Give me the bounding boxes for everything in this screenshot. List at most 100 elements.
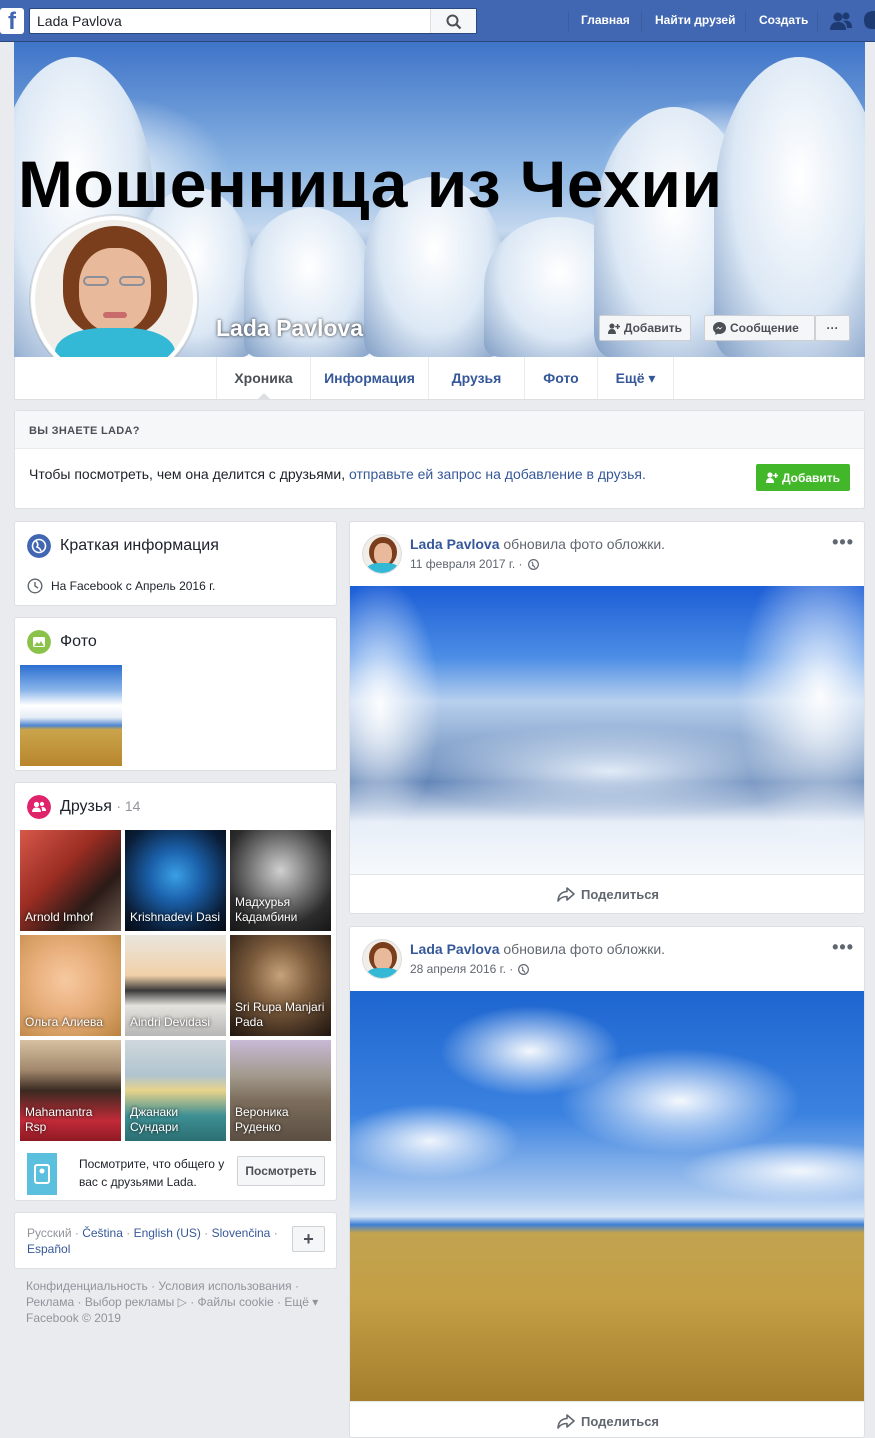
friend-tile[interactable]: Ольга Алиева (20, 935, 121, 1036)
privacy-link[interactable]: Конфиденциальность (26, 1279, 148, 1293)
nav-divider (745, 11, 746, 31)
friend-tile[interactable]: Mahamantra Rsp (20, 1040, 121, 1141)
intro-title: Краткая информация (60, 537, 219, 554)
friend-tile[interactable]: Джанаки Сундари (125, 1040, 226, 1141)
do-you-know-panel: ВЫ ЗНАЕТЕ LADA? Чтобы посмотреть, чем он… (14, 410, 865, 509)
languages-card: Русский · Čeština · English (US) · Slove… (14, 1212, 337, 1269)
add-friend-green-button[interactable]: Добавить (756, 464, 850, 491)
friend-name: Вероника Руденко (235, 1105, 289, 1134)
add-friend-button[interactable]: Добавить (599, 315, 691, 341)
more-languages-button[interactable]: + (292, 1226, 325, 1252)
footer: Конфиденциальность · Условия использован… (26, 1278, 326, 1326)
post-author-avatar[interactable] (362, 534, 402, 574)
nav-find-friends-link[interactable]: Найти друзей (655, 13, 735, 27)
post-date: 11 февраля 2017 г. · (410, 557, 539, 571)
clock-icon (27, 578, 43, 594)
public-globe-icon (527, 558, 539, 570)
cover-snow-tree (714, 57, 865, 357)
mutual-friends-text: Посмотрите, что общего у вас с друзьями … (79, 1157, 225, 1189)
photos-title: Фото (60, 633, 97, 650)
intro-card: Краткая информация На Facebook с Апрель … (14, 521, 337, 606)
language-link[interactable]: Español (27, 1242, 70, 1256)
message-label: Сообщение (730, 321, 799, 335)
more-dots-icon: ··· (826, 321, 839, 335)
friend-name: Ольга Алиева (25, 1015, 103, 1029)
add-friend-green-label: Добавить (781, 470, 841, 485)
public-globe-icon (518, 963, 530, 975)
post-date: 28 апреля 2016 г. · (410, 962, 530, 976)
tab-photos[interactable]: Фото (524, 357, 597, 399)
friend-tile[interactable]: Вероника Руденко (230, 1040, 331, 1141)
post-action-text: обновила фото обложки. (503, 536, 666, 552)
language-link[interactable]: Čeština (82, 1226, 123, 1240)
footer-line: Реклама · Выбор рекламы ▷ · Файлы cookie… (26, 1295, 319, 1309)
tab-more[interactable]: Ещё ▾ (597, 357, 674, 399)
messenger-icon (713, 321, 726, 335)
footer-more-link[interactable]: Ещё ▾ (284, 1295, 318, 1309)
copyright: Facebook © 2019 (26, 1311, 121, 1325)
top-navbar: f Главная Найти друзей Создать (0, 0, 875, 42)
post-date-text[interactable]: 28 апреля 2016 г. · (410, 962, 513, 976)
nav-divider (641, 11, 642, 31)
nav-home-link[interactable]: Главная (581, 13, 630, 27)
facebook-logo-icon[interactable]: f (0, 8, 24, 35)
post-cover-photo-field[interactable] (350, 991, 864, 1401)
terms-link[interactable]: Условия использования (158, 1279, 291, 1293)
add-friend-icon (765, 472, 778, 483)
friend-tile[interactable]: Sri Rupa Manjari Pada (230, 935, 331, 1036)
ad-choices-link[interactable]: Выбор рекламы (85, 1295, 174, 1309)
do-you-know-heading: ВЫ ЗНАЕТЕ LADA? (15, 411, 864, 449)
profile-name[interactable]: Lada Pavlova (216, 315, 363, 342)
language-link[interactable]: Slovenčina (212, 1226, 271, 1240)
search-input[interactable] (30, 9, 430, 33)
profile-photo (35, 220, 193, 378)
mutual-friends-icon (27, 1153, 57, 1195)
photo-thumbnail[interactable] (20, 665, 122, 766)
post-author-name[interactable]: Lada Pavlova (410, 941, 500, 957)
post-options-icon[interactable]: ••• (832, 532, 854, 553)
globe-icon (27, 534, 51, 558)
nav-create-link[interactable]: Создать (759, 13, 808, 27)
share-icon (557, 887, 575, 902)
post-options-icon[interactable]: ••• (832, 937, 854, 958)
language-separator: · (204, 1226, 209, 1240)
message-button[interactable]: Сообщение (704, 315, 815, 341)
tab-friends[interactable]: Друзья (428, 357, 524, 399)
footer-line: Конфиденциальность · Условия использован… (26, 1279, 299, 1293)
share-button[interactable]: Поделиться (350, 1401, 864, 1437)
cover-title-text: Мошенница из Чехии (18, 147, 723, 221)
friend-name: Aindri Devidasi (130, 1015, 211, 1029)
messages-icon[interactable] (864, 11, 875, 31)
current-language: Русский · (27, 1226, 79, 1240)
profile-tabs: Хроника Информация Друзья Фото Ещё ▾ (14, 357, 865, 400)
friend-name: Sri Rupa Manjari Pada (235, 1000, 325, 1029)
tab-about[interactable]: Информация (310, 357, 428, 399)
post-author-name[interactable]: Lada Pavlova (410, 536, 500, 552)
timeline-post: Lada Pavlova обновила фото обложки. 11 ф… (349, 521, 865, 914)
friend-requests-icon[interactable] (830, 11, 852, 31)
post-header: Lada Pavlova обновила фото обложки. (410, 941, 665, 957)
tab-timeline[interactable]: Хроника (216, 357, 310, 400)
friend-tile[interactable]: Krishnadevi Dasi (125, 830, 226, 931)
post-author-avatar[interactable] (362, 939, 402, 979)
search-button[interactable] (430, 9, 476, 33)
post-cover-photo-winter[interactable] (350, 586, 864, 874)
friend-tile[interactable]: Arnold Imhof (20, 830, 121, 931)
share-button[interactable]: Поделиться (350, 874, 864, 913)
nav-divider (568, 11, 569, 31)
send-request-link[interactable]: отправьте ей запрос на добавление в друз… (349, 466, 646, 482)
friends-title: Друзья · 14 (60, 798, 140, 816)
nav-divider (817, 11, 818, 31)
friend-tile[interactable]: Мадхурья Кадамбини (230, 830, 331, 931)
see-mutual-button[interactable]: Посмотреть (237, 1156, 325, 1186)
share-label: Поделиться (580, 887, 660, 902)
post-date-text[interactable]: 11 февраля 2017 г. · (410, 557, 523, 571)
friend-tile[interactable]: Aindri Devidasi (125, 935, 226, 1036)
language-list: Русский · Čeština · English (US) · Slove… (27, 1225, 287, 1257)
on-facebook-since: На Facebook с Апрель 2016 г. (51, 579, 216, 593)
more-options-button[interactable]: ··· (815, 315, 850, 341)
advertising-link[interactable]: Реклама (26, 1295, 74, 1309)
language-link[interactable]: English (US) (134, 1226, 201, 1240)
cookies-link[interactable]: Файлы cookie (198, 1295, 274, 1309)
share-icon (557, 1414, 575, 1429)
